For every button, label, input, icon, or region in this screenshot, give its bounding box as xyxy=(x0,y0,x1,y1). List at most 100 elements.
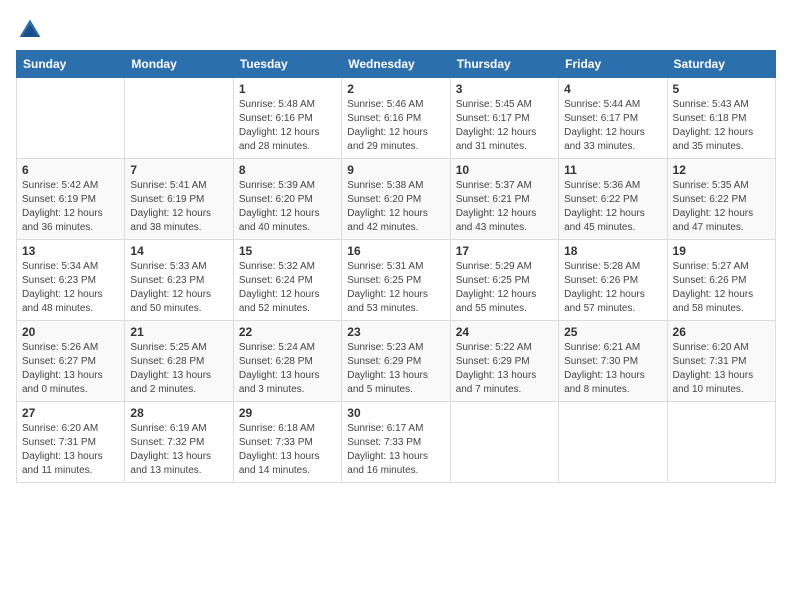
day-number: 30 xyxy=(347,406,444,420)
calendar-header-row: SundayMondayTuesdayWednesdayThursdayFrid… xyxy=(17,51,776,78)
day-header-saturday: Saturday xyxy=(667,51,775,78)
day-number: 17 xyxy=(456,244,553,258)
calendar-cell: 4Sunrise: 5:44 AM Sunset: 6:17 PM Daylig… xyxy=(559,78,667,159)
calendar-cell xyxy=(125,78,233,159)
day-info: Sunrise: 5:23 AM Sunset: 6:29 PM Dayligh… xyxy=(347,341,444,397)
day-info: Sunrise: 5:25 AM Sunset: 6:28 PM Dayligh… xyxy=(130,341,227,397)
calendar-cell: 1Sunrise: 5:48 AM Sunset: 6:16 PM Daylig… xyxy=(233,78,341,159)
day-number: 21 xyxy=(130,325,227,339)
calendar-cell: 9 Sunrise: 5:38 AM Sunset: 6:20 PM Daylig… xyxy=(342,159,450,240)
calendar-cell xyxy=(17,78,125,159)
day-number: 7 xyxy=(130,163,227,177)
day-number: 26 xyxy=(673,325,770,339)
day-number: 5 xyxy=(673,82,770,96)
day-info: Sunrise: 5:43 AM Sunset: 6:18 PM Dayligh… xyxy=(673,98,770,154)
day-number: 29 xyxy=(239,406,336,420)
day-number: 15 xyxy=(239,244,336,258)
logo-icon xyxy=(16,16,44,44)
day-info: Sunrise: 5:45 AM Sunset: 6:17 PM Dayligh… xyxy=(456,98,553,154)
calendar-cell: 3 Sunrise: 5:45 AM Sunset: 6:17 PM Daylig… xyxy=(450,78,558,159)
calendar-cell: 8 Sunrise: 5:39 AM Sunset: 6:20 PM Daylig… xyxy=(233,159,341,240)
day-number: 24 xyxy=(456,325,553,339)
day-info: Sunrise: 5:37 AM Sunset: 6:21 PM Dayligh… xyxy=(456,179,553,235)
calendar-week-row: 27 Sunrise: 6:20 AM Sunset: 7:31 PM Dayli… xyxy=(17,402,776,483)
day-info: Sunrise: 6:19 AM Sunset: 7:32 PM Dayligh… xyxy=(130,422,227,478)
calendar-cell: 13Sunrise: 5:34 AM Sunset: 6:23 PM Dayli… xyxy=(17,240,125,321)
calendar-cell xyxy=(667,402,775,483)
day-header-friday: Friday xyxy=(559,51,667,78)
calendar-cell: 6 Sunrise: 5:42 AM Sunset: 6:19 PM Daylig… xyxy=(17,159,125,240)
day-info: Sunrise: 5:32 AM Sunset: 6:24 PM Dayligh… xyxy=(239,260,336,316)
day-info: Sunrise: 5:27 AM Sunset: 6:26 PM Dayligh… xyxy=(673,260,770,316)
day-header-tuesday: Tuesday xyxy=(233,51,341,78)
day-number: 6 xyxy=(22,163,119,177)
day-header-thursday: Thursday xyxy=(450,51,558,78)
day-number: 13 xyxy=(22,244,119,258)
day-number: 27 xyxy=(22,406,119,420)
day-number: 10 xyxy=(456,163,553,177)
day-info: Sunrise: 5:26 AM Sunset: 6:27 PM Dayligh… xyxy=(22,341,119,397)
calendar-cell: 7 Sunrise: 5:41 AM Sunset: 6:19 PM Daylig… xyxy=(125,159,233,240)
day-info: Sunrise: 5:46 AM Sunset: 6:16 PM Dayligh… xyxy=(347,98,444,154)
calendar-cell: 21 Sunrise: 5:25 AM Sunset: 6:28 PM Dayli… xyxy=(125,321,233,402)
day-header-wednesday: Wednesday xyxy=(342,51,450,78)
day-number: 11 xyxy=(564,163,661,177)
day-number: 14 xyxy=(130,244,227,258)
day-info: Sunrise: 5:31 AM Sunset: 6:25 PM Dayligh… xyxy=(347,260,444,316)
day-header-sunday: Sunday xyxy=(17,51,125,78)
day-info: Sunrise: 5:48 AM Sunset: 6:16 PM Dayligh… xyxy=(239,98,336,154)
day-info: Sunrise: 5:39 AM Sunset: 6:20 PM Dayligh… xyxy=(239,179,336,235)
day-info: Sunrise: 6:20 AM Sunset: 7:31 PM Dayligh… xyxy=(22,422,119,478)
calendar-cell xyxy=(559,402,667,483)
day-info: Sunrise: 6:17 AM Sunset: 7:33 PM Dayligh… xyxy=(347,422,444,478)
day-info: Sunrise: 6:21 AM Sunset: 7:30 PM Dayligh… xyxy=(564,341,661,397)
calendar-cell xyxy=(450,402,558,483)
day-info: Sunrise: 5:38 AM Sunset: 6:20 PM Dayligh… xyxy=(347,179,444,235)
day-info: Sunrise: 6:20 AM Sunset: 7:31 PM Dayligh… xyxy=(673,341,770,397)
calendar-cell: 29 Sunrise: 6:18 AM Sunset: 7:33 PM Dayli… xyxy=(233,402,341,483)
day-number: 2 xyxy=(347,82,444,96)
calendar-cell: 12 Sunrise: 5:35 AM Sunset: 6:22 PM Dayli… xyxy=(667,159,775,240)
day-info: Sunrise: 5:35 AM Sunset: 6:22 PM Dayligh… xyxy=(673,179,770,235)
calendar-cell: 20Sunrise: 5:26 AM Sunset: 6:27 PM Dayli… xyxy=(17,321,125,402)
day-number: 9 xyxy=(347,163,444,177)
calendar-cell: 5 Sunrise: 5:43 AM Sunset: 6:18 PM Daylig… xyxy=(667,78,775,159)
day-info: Sunrise: 5:24 AM Sunset: 6:28 PM Dayligh… xyxy=(239,341,336,397)
day-number: 28 xyxy=(130,406,227,420)
day-number: 12 xyxy=(673,163,770,177)
day-number: 22 xyxy=(239,325,336,339)
logo xyxy=(16,16,48,44)
day-info: Sunrise: 5:22 AM Sunset: 6:29 PM Dayligh… xyxy=(456,341,553,397)
day-info: Sunrise: 5:29 AM Sunset: 6:25 PM Dayligh… xyxy=(456,260,553,316)
day-number: 3 xyxy=(456,82,553,96)
day-header-monday: Monday xyxy=(125,51,233,78)
calendar-cell: 19 Sunrise: 5:27 AM Sunset: 6:26 PM Dayli… xyxy=(667,240,775,321)
day-info: Sunrise: 5:41 AM Sunset: 6:19 PM Dayligh… xyxy=(130,179,227,235)
calendar-cell: 24 Sunrise: 5:22 AM Sunset: 6:29 PM Dayli… xyxy=(450,321,558,402)
day-info: Sunrise: 5:33 AM Sunset: 6:23 PM Dayligh… xyxy=(130,260,227,316)
calendar-cell: 27 Sunrise: 6:20 AM Sunset: 7:31 PM Dayli… xyxy=(17,402,125,483)
day-info: Sunrise: 5:36 AM Sunset: 6:22 PM Dayligh… xyxy=(564,179,661,235)
calendar-cell: 30 Sunrise: 6:17 AM Sunset: 7:33 PM Dayli… xyxy=(342,402,450,483)
calendar-cell: 25 Sunrise: 6:21 AM Sunset: 7:30 PM Dayli… xyxy=(559,321,667,402)
day-info: Sunrise: 5:28 AM Sunset: 6:26 PM Dayligh… xyxy=(564,260,661,316)
calendar-cell: 22 Sunrise: 5:24 AM Sunset: 6:28 PM Dayli… xyxy=(233,321,341,402)
calendar-cell: 18Sunrise: 5:28 AM Sunset: 6:26 PM Dayli… xyxy=(559,240,667,321)
day-info: Sunrise: 5:42 AM Sunset: 6:19 PM Dayligh… xyxy=(22,179,119,235)
calendar-week-row: 20Sunrise: 5:26 AM Sunset: 6:27 PM Dayli… xyxy=(17,321,776,402)
calendar-cell: 16 Sunrise: 5:31 AM Sunset: 6:25 PM Dayli… xyxy=(342,240,450,321)
calendar-cell: 15 Sunrise: 5:32 AM Sunset: 6:24 PM Dayli… xyxy=(233,240,341,321)
calendar-week-row: 6 Sunrise: 5:42 AM Sunset: 6:19 PM Daylig… xyxy=(17,159,776,240)
calendar-cell: 26 Sunrise: 6:20 AM Sunset: 7:31 PM Dayli… xyxy=(667,321,775,402)
day-info: Sunrise: 6:18 AM Sunset: 7:33 PM Dayligh… xyxy=(239,422,336,478)
calendar-cell: 17 Sunrise: 5:29 AM Sunset: 6:25 PM Dayli… xyxy=(450,240,558,321)
calendar-cell: 14 Sunrise: 5:33 AM Sunset: 6:23 PM Dayli… xyxy=(125,240,233,321)
day-number: 23 xyxy=(347,325,444,339)
day-number: 25 xyxy=(564,325,661,339)
day-number: 8 xyxy=(239,163,336,177)
day-number: 19 xyxy=(673,244,770,258)
day-number: 4 xyxy=(564,82,661,96)
calendar-cell: 23 Sunrise: 5:23 AM Sunset: 6:29 PM Dayli… xyxy=(342,321,450,402)
calendar-week-row: 1Sunrise: 5:48 AM Sunset: 6:16 PM Daylig… xyxy=(17,78,776,159)
day-number: 16 xyxy=(347,244,444,258)
